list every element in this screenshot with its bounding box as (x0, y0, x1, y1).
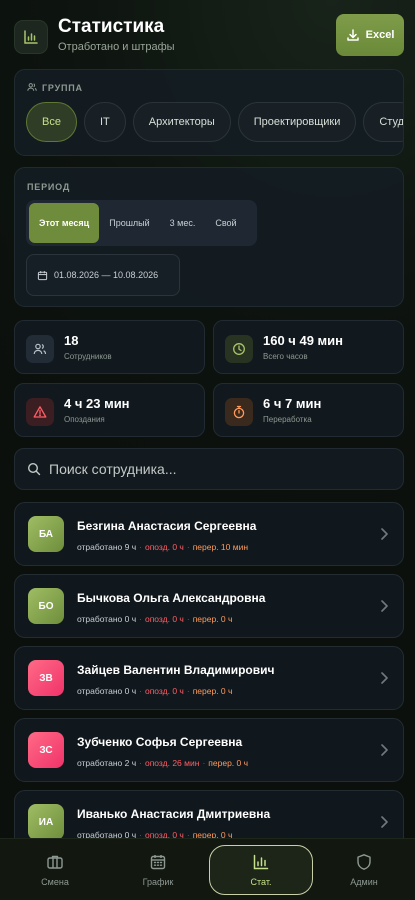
stat-value: 18 (64, 333, 79, 348)
nav-stats[interactable]: Стат. (209, 845, 313, 895)
nav-label: Стат. (250, 877, 272, 887)
chevron-right-icon (381, 528, 388, 540)
employee-name: Бычкова Ольга Александровна (77, 591, 266, 605)
chevron-right-icon (381, 816, 388, 828)
page-header: Статистика Отработано и штрафы Excel (14, 14, 404, 58)
shield-icon (357, 854, 371, 870)
employee-row[interactable]: ЗВ Зайцев Валентин Владимирович отработа… (14, 646, 404, 710)
bar-chart-icon (14, 20, 48, 54)
employee-name: Зайцев Валентин Владимирович (77, 663, 275, 677)
stat-overtime: 6 ч 7 мин Переработка (213, 383, 404, 437)
period-this-month[interactable]: Этот месяц (29, 203, 100, 243)
nav-schedule[interactable]: График (106, 845, 210, 895)
overtime-text: перер. 0 ч (192, 686, 233, 696)
stat-label: Сотрудников (64, 352, 112, 361)
stat-value: 4 ч 23 мин (64, 396, 130, 411)
chevron-right-icon (381, 672, 388, 684)
avatar: ЗС (28, 732, 64, 768)
avatar: ИА (28, 804, 64, 840)
period-label: ПЕРИОД (27, 182, 71, 192)
employee-row[interactable]: БА Безгина Анастасия Сергеевна отработан… (14, 502, 404, 566)
group-chip-designers[interactable]: Проектировщики (237, 102, 357, 142)
group-chip-all[interactable]: Все (26, 102, 77, 142)
avatar: БА (28, 516, 64, 552)
avatar: ЗВ (28, 660, 64, 696)
period-segmented-control: Этот месяц Прошлый 3 мес. Свой (26, 200, 257, 246)
avatar: БО (28, 588, 64, 624)
stat-employees: 18 Сотрудников (14, 320, 205, 374)
worked-text: отработано 9 ч (77, 542, 137, 552)
employee-stats: отработано 0 ч · опозд. 0 ч · перер. 0 ч (77, 686, 233, 696)
employee-stats: отработано 9 ч · опозд. 0 ч · перер. 10 мин (77, 542, 249, 552)
employee-stats: отработано 0 ч · опозд. 0 ч · перер. 0 ч (77, 614, 233, 624)
worked-text: отработано 2 ч (77, 758, 137, 768)
group-chip-architects[interactable]: Архитекторы (132, 102, 231, 142)
calendar-icon (150, 855, 166, 870)
stat-value: 160 ч 49 мин (263, 333, 343, 348)
date-range-text: 01.08.2026 — 10.08.2026 (54, 270, 159, 280)
late-text: опозд. 0 ч (144, 614, 184, 624)
group-label: ГРУППА (42, 83, 83, 93)
chevron-right-icon (381, 744, 388, 756)
search-input[interactable] (49, 449, 389, 489)
stat-label: Всего часов (263, 352, 308, 361)
group-chip-students[interactable]: Студ (363, 102, 403, 142)
date-range-button[interactable]: 01.08.2026 — 10.08.2026 (26, 254, 180, 296)
page-subtitle: Отработано и штрафы (58, 41, 175, 53)
employee-name: Иванько Анастасия Дмитриевна (77, 807, 271, 821)
bottom-nav: Смена График Стат. Админ (0, 838, 415, 900)
late-text: опозд. 0 ч (144, 686, 184, 696)
nav-label: Админ (350, 877, 378, 887)
stat-value: 6 ч 7 мин (263, 396, 322, 411)
nav-label: Смена (41, 877, 69, 887)
page-title: Статистика (58, 16, 165, 37)
nav-admin[interactable]: Админ (312, 845, 415, 895)
employee-stats: отработано 2 ч · опозд. 26 мин · перер. 0 ч (77, 758, 249, 768)
group-chips: Все IT Архитекторы Проектировщики Студ (26, 102, 403, 142)
clock-icon (225, 335, 253, 363)
period-three-months[interactable]: 3 мес. (160, 203, 206, 243)
stat-label: Опоздания (64, 415, 105, 424)
employee-row[interactable]: ЗС Зубченко Софья Сергеевна отработано 2… (14, 718, 404, 782)
period-previous[interactable]: Прошлый (99, 203, 159, 243)
overtime-text: перер. 0 ч (192, 614, 233, 624)
excel-export-button[interactable]: Excel (336, 14, 404, 56)
stat-late: 4 ч 23 мин Опоздания (14, 383, 205, 437)
late-text: опозд. 26 мин (144, 758, 200, 768)
group-chip-it[interactable]: IT (83, 102, 126, 142)
late-text: опозд. 0 ч (144, 542, 184, 552)
period-card: ПЕРИОД Этот месяц Прошлый 3 мес. Свой 01… (14, 167, 404, 307)
worked-text: отработано 0 ч (77, 686, 137, 696)
calendar-icon (37, 270, 48, 280)
nav-label: График (142, 877, 174, 887)
briefcase-icon (47, 855, 63, 869)
users-icon (26, 335, 54, 363)
employee-name: Зубченко Софья Сергеевна (77, 735, 243, 749)
excel-button-label: Excel (365, 29, 395, 41)
stat-total-hours: 160 ч 49 мин Всего часов (213, 320, 404, 374)
stat-label: Переработка (263, 415, 312, 424)
bar-chart-icon (253, 854, 269, 870)
employee-name: Безгина Анастасия Сергеевна (77, 519, 257, 533)
overtime-text: перер. 10 мин (192, 542, 249, 552)
chevron-right-icon (381, 600, 388, 612)
worked-text: отработано 0 ч (77, 614, 137, 624)
group-filter-card: ГРУППА Все IT Архитекторы Проектировщики… (14, 69, 404, 156)
nav-shift[interactable]: Смена (3, 845, 107, 895)
users-icon (27, 83, 37, 91)
period-custom[interactable]: Свой (205, 203, 246, 243)
search-icon (27, 462, 41, 476)
overtime-text: перер. 0 ч (208, 758, 249, 768)
employee-row[interactable]: БО Бычкова Ольга Александровна отработан… (14, 574, 404, 638)
download-icon (346, 29, 359, 41)
employee-search (14, 448, 404, 490)
stopwatch-icon (225, 398, 253, 426)
warning-icon (26, 398, 54, 426)
